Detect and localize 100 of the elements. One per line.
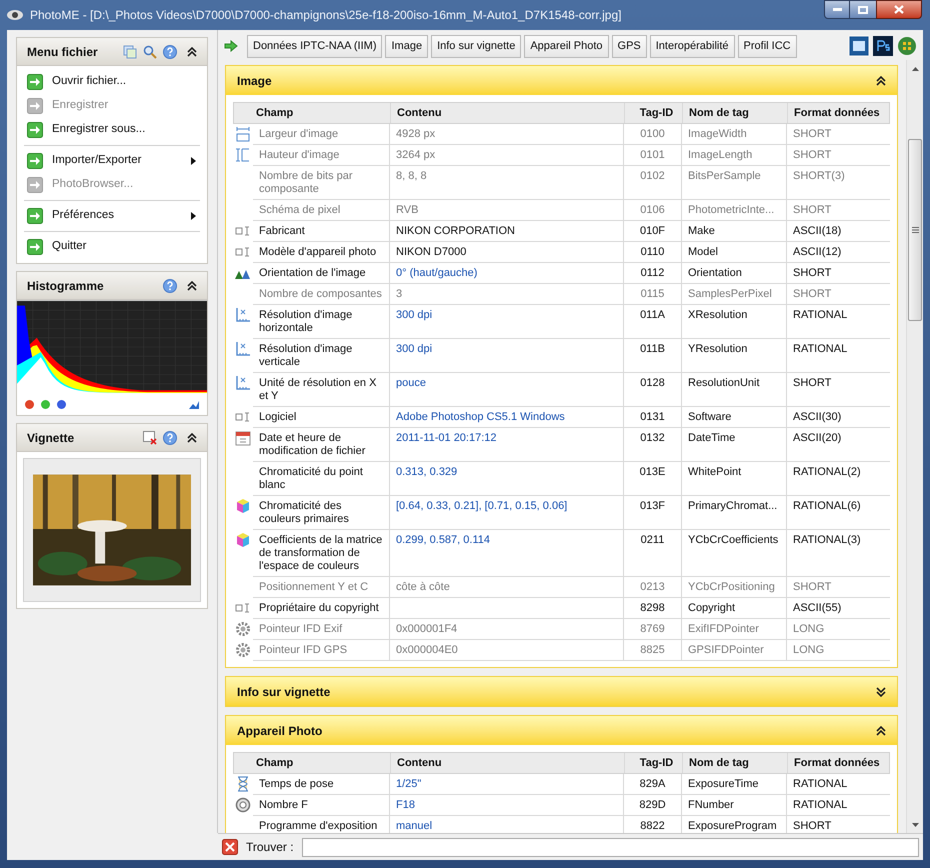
table-cell: Adobe Photoshop CS5.1 Windows xyxy=(396,411,565,423)
table-cell: RATIONAL(2) xyxy=(793,466,861,478)
collapse-icon[interactable] xyxy=(876,726,886,736)
collapse-icon[interactable] xyxy=(876,76,886,86)
arrow-right-icon[interactable] xyxy=(224,40,238,52)
menu-item[interactable]: Quitter xyxy=(24,235,200,259)
toolbar-tab[interactable]: Image xyxy=(385,34,428,58)
thumbnail-remove-icon[interactable] xyxy=(143,430,157,444)
section-header[interactable]: Info sur vignette xyxy=(226,677,897,706)
table-cell: BitsPerSample xyxy=(688,170,761,182)
toolbar-tab[interactable]: Appareil Photo xyxy=(524,34,609,58)
section-header[interactable]: Appareil Photo xyxy=(226,716,897,745)
minimize-button[interactable] xyxy=(824,0,850,19)
toolbar-tab[interactable]: Info sur vignette xyxy=(431,34,522,58)
table-cell: 829A xyxy=(640,778,666,790)
table-cell: Copyright xyxy=(688,602,736,614)
table-row[interactable]: Résolution d'image horizontale 300 dpi 011A XResolution RATIONAL xyxy=(233,305,890,339)
menu-item[interactable]: Importer/Exporter xyxy=(24,149,200,173)
table-cell: SHORT(3) xyxy=(793,170,845,182)
table-cell: SHORT xyxy=(793,288,832,300)
search-icon[interactable] xyxy=(143,44,157,58)
toolbar-tab[interactable]: Données IPTC-NAA (IIM) xyxy=(247,34,382,58)
table-cell: RATIONAL xyxy=(793,309,848,321)
table-row[interactable]: Chromaticité des couleurs primaires [0.64, 0.33, 0.21], [0.71, 0.15, 0.06] 013F PrimaryChromat... RATIONAL(6) xyxy=(233,496,890,530)
table-cell: SHORT xyxy=(793,820,832,832)
toolbar-tab[interactable]: Profil ICC xyxy=(738,34,797,58)
table-row[interactable]: Résolution d'image verticale 300 dpi 011B YResolution RATIONAL xyxy=(233,339,890,373)
table-row[interactable]: Date et heure de modification de fichier 2011-11-01 20:17:12 0132 DateTime ASCII(20) xyxy=(233,428,890,462)
table-row[interactable]: Programme d'exposition manuel 8822 ExposureProgram SHORT xyxy=(233,816,890,833)
table-row[interactable]: Chromaticité du point blanc 0.313, 0.329 013E WhitePoint RATIONAL(2) xyxy=(233,462,890,496)
column-header[interactable]: Nom de tag xyxy=(682,103,787,123)
table-row[interactable]: Coefficients de la matrice de transformation de l'espace de couleurs 0.299, 0.587, 0.114 0211 YCbCrCoefficients RATIONAL(3) xyxy=(233,530,890,577)
column-header[interactable]: Format données xyxy=(787,753,889,773)
table-row[interactable]: Temps de pose 1/25" 829A ExposureTime RATIONAL xyxy=(233,774,890,795)
table-row[interactable]: Modèle d'appareil photo NIKON D7000 0110 Model ASCII(12) xyxy=(233,242,890,263)
table-cell: Pointeur IFD GPS xyxy=(259,644,348,656)
column-header[interactable]: Contenu xyxy=(390,103,624,123)
toolbar-tab[interactable]: Interopérabilité xyxy=(650,34,735,58)
column-header[interactable]: Contenu xyxy=(390,753,624,773)
help-icon[interactable] xyxy=(163,44,177,58)
table-cell: LONG xyxy=(793,644,824,656)
menu-item-label: Enregistrer xyxy=(52,98,108,114)
scrollbar[interactable] xyxy=(906,60,923,833)
column-header[interactable]: Format données xyxy=(787,103,889,123)
chart-icon[interactable] xyxy=(189,399,199,409)
table-cell: SHORT xyxy=(793,581,832,593)
help-icon[interactable] xyxy=(163,278,177,292)
table-cell: 0131 xyxy=(640,411,665,423)
table-row[interactable]: Unité de résolution en X et Y pouce 0128 ResolutionUnit SHORT xyxy=(233,373,890,407)
table-cell: Nombre de composantes xyxy=(259,288,382,300)
column-header[interactable]: Tag-ID xyxy=(624,753,682,773)
column-header[interactable]: Champ xyxy=(234,753,390,773)
toolbar-tab[interactable]: GPS xyxy=(612,34,647,58)
table-cell: Modèle d'appareil photo xyxy=(259,246,376,258)
table-cell: 3 xyxy=(396,288,402,300)
table-cell: RATIONAL(6) xyxy=(793,500,861,512)
table-cell: RVB xyxy=(396,204,418,216)
table-row[interactable]: Pointeur IFD GPS 0x000004E0 8825 GPSIFDPointer LONG xyxy=(233,640,890,661)
table-row[interactable]: Schéma de pixel RVB 0106 PhotometricInte... SHORT xyxy=(233,200,890,221)
table-row[interactable]: Nombre de bits par composante 8, 8, 8 0102 BitsPerSample SHORT(3) xyxy=(233,166,890,200)
column-header[interactable]: Nom de tag xyxy=(682,753,787,773)
table-cell: SamplesPerPixel xyxy=(688,288,772,300)
table-row[interactable]: Propriétaire du copyright 8298 Copyright ASCII(55) xyxy=(233,598,890,619)
find-field[interactable] xyxy=(302,838,919,856)
column-header[interactable]: Tag-ID xyxy=(624,103,682,123)
table-cell: 0128 xyxy=(640,377,665,389)
menu-item-label: Ouvrir fichier... xyxy=(52,74,126,90)
table-row[interactable]: Nombre F F18 829D FNumber RATIONAL xyxy=(233,795,890,816)
menu-item[interactable]: Ouvrir fichier... xyxy=(24,70,200,94)
section-header[interactable]: Image xyxy=(226,66,897,95)
table-cell: RATIONAL xyxy=(793,799,848,811)
maximize-button[interactable] xyxy=(850,0,876,19)
menu-item[interactable]: Préférences xyxy=(24,204,200,228)
table-row[interactable]: Fabricant NIKON CORPORATION 010F Make ASCII(18) xyxy=(233,221,890,242)
table-row[interactable]: Nombre de composantes 3 0115 SamplesPerPixel SHORT xyxy=(233,284,890,305)
table-row[interactable]: Orientation de l'image 0° (haut/gauche) 0112 Orientation SHORT xyxy=(233,263,890,284)
scroll-up-icon[interactable] xyxy=(912,66,918,70)
table-cell: NIKON D7000 xyxy=(396,246,466,258)
ruler-icon xyxy=(235,341,251,357)
orb-icon[interactable] xyxy=(897,36,917,56)
collapse-icon[interactable] xyxy=(187,280,197,290)
collapse-icon[interactable] xyxy=(187,432,197,442)
collapse-icon[interactable] xyxy=(187,46,197,56)
table-row[interactable]: Hauteur d'image 3264 px 0101 ImageLength SHORT xyxy=(233,145,890,166)
table-cell: SHORT xyxy=(793,149,832,161)
column-header[interactable]: Champ xyxy=(234,103,390,123)
table-cell: GPSIFDPointer xyxy=(688,644,764,656)
scroll-down-icon[interactable] xyxy=(912,822,918,826)
help-icon[interactable] xyxy=(163,430,177,444)
close-icon[interactable] xyxy=(222,839,238,855)
table-row[interactable]: Logiciel Adobe Photoshop CS5.1 Windows 0131 Software ASCII(30) xyxy=(233,407,890,428)
close-button[interactable] xyxy=(876,0,922,19)
picture-frame-icon[interactable] xyxy=(849,36,869,56)
table-row[interactable]: Positionnement Y et C côte à côte 0213 YCbCrPositioning SHORT xyxy=(233,577,890,598)
scroll-thumb[interactable] xyxy=(908,139,922,321)
expand-icon[interactable] xyxy=(876,686,886,696)
menu-item[interactable]: Enregistrer sous... xyxy=(24,118,200,142)
table-row[interactable]: Largeur d'image 4928 px 0100 ImageWidth SHORT xyxy=(233,124,890,145)
table-row[interactable]: Pointeur IFD Exif 0x000001F4 8769 ExifIFDPointer LONG xyxy=(233,619,890,640)
ps-icon[interactable] xyxy=(873,36,893,56)
